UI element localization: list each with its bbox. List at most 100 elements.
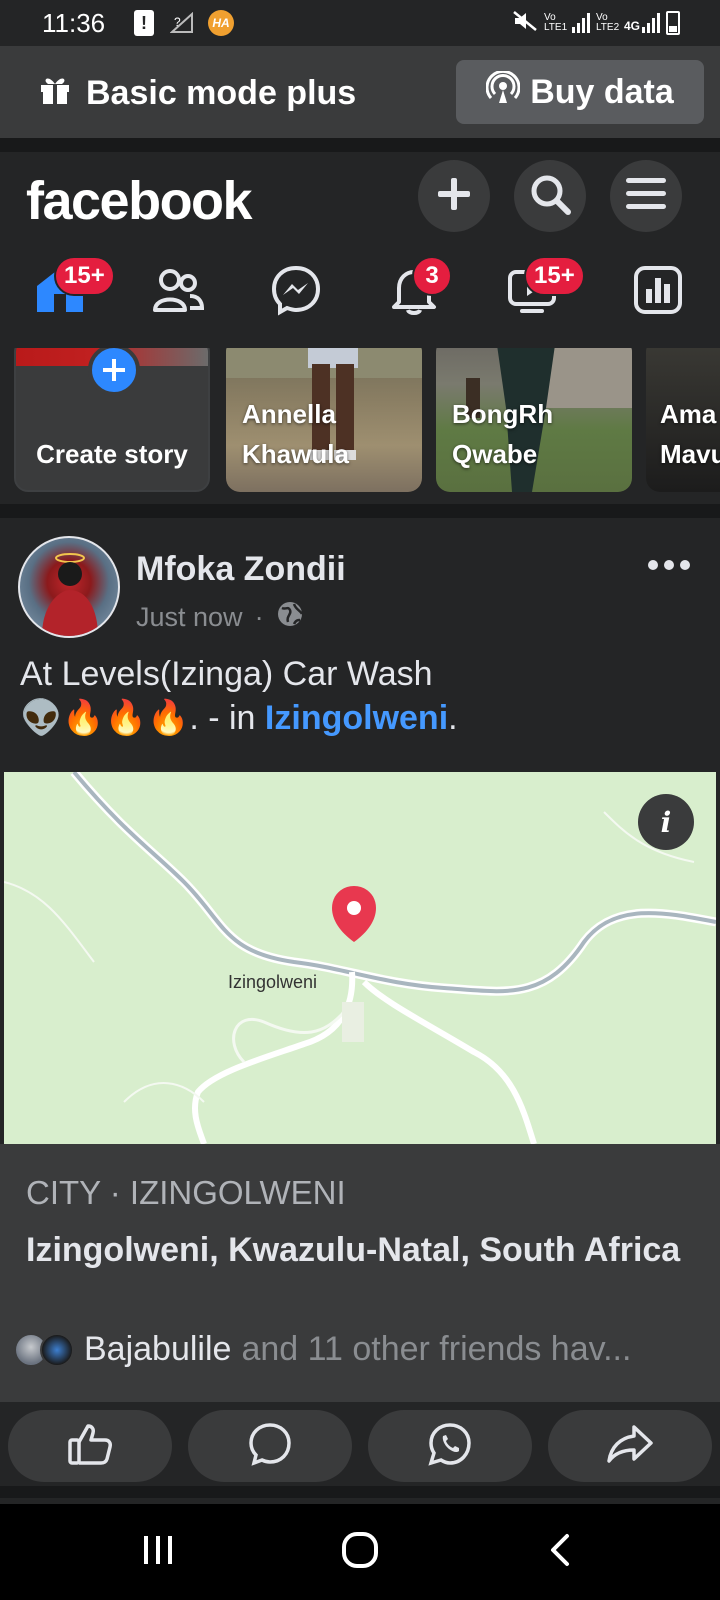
search-icon (528, 172, 572, 221)
share-icon (606, 1423, 654, 1470)
basic-mode-label[interactable]: Basic mode plus (38, 72, 356, 115)
divider (0, 504, 720, 518)
sim2-label: Vo LTE2 (595, 11, 620, 33)
post-text-line: At Levels(Izinga) Car Wash (20, 655, 433, 693)
place-card[interactable]: CITY · IZINGOLWENI Izingolweni, Kwazulu-… (0, 1144, 720, 1402)
back-button[interactable] (530, 1522, 590, 1582)
buy-data-label: Buy data (530, 72, 674, 111)
alert-icon: ! (134, 10, 154, 36)
gift-icon (38, 72, 72, 115)
menu-icon (624, 174, 668, 219)
nav-friends[interactable] (148, 262, 208, 322)
dashboard-icon (633, 265, 683, 320)
facebook-logo[interactable]: facebook (26, 170, 253, 232)
search-button[interactable] (514, 160, 586, 232)
create-story-card[interactable]: Create story (14, 348, 210, 492)
story-author-first: BongRh (452, 399, 554, 429)
story-author-first: Annella (242, 399, 336, 429)
story-card[interactable]: BongRh Qwabe (436, 348, 632, 492)
story-author: Annella Khawula (242, 394, 349, 474)
nav-messenger[interactable] (266, 262, 326, 322)
story-author: Ama Mavu (660, 394, 720, 474)
ha-app-icon: HA (208, 10, 234, 36)
story-author: BongRh Qwabe (452, 394, 553, 474)
comment-icon (247, 1421, 293, 1472)
status-right-icons: Vo LTE1 Vo LTE2 4G (512, 10, 680, 35)
story-author-first: Ama (660, 399, 717, 429)
post-time[interactable]: Just now (136, 602, 243, 633)
post-text: At Levels(Izinga) Car Wash 👽🔥🔥🔥. - in Iz… (20, 652, 710, 740)
post-text-line: 👽🔥🔥🔥. - in Izingolweni. (20, 696, 710, 740)
post-meta: Just now · (136, 600, 304, 635)
post-author[interactable]: Mfoka Zondii (136, 550, 346, 589)
emoji-group: 👽🔥🔥🔥 (20, 699, 190, 737)
post-text-suffix: . - in (189, 699, 265, 737)
friends-icon (152, 266, 205, 319)
story-card[interactable]: Ama Mavu (646, 348, 720, 492)
map-roads (4, 772, 716, 1144)
home-circle-icon (340, 1530, 380, 1575)
back-icon (545, 1530, 575, 1575)
status-time: 11:36 (42, 8, 106, 38)
dot (648, 560, 658, 570)
create-story-label: Create story (36, 439, 188, 469)
no-signal-icon: ? (170, 10, 194, 36)
post-actions (0, 1402, 720, 1482)
status-bar: 11:36 ! ? HA Vo LTE1 Vo LTE2 4G (0, 0, 720, 46)
basic-mode-bar: Basic mode plus Buy data (0, 46, 720, 138)
location-link[interactable]: Izingolweni (265, 699, 448, 737)
menu-button[interactable] (610, 160, 682, 232)
video-badge: 15+ (524, 256, 585, 296)
system-nav-bar (0, 1504, 720, 1600)
map-info-button[interactable]: i (638, 794, 694, 850)
thumbs-up-icon (67, 1422, 113, 1471)
divider (0, 138, 720, 152)
nav-home[interactable]: 15+ (30, 256, 115, 322)
whatsapp-share-button[interactable] (368, 1410, 532, 1482)
divider (0, 1486, 720, 1498)
svg-text:?: ? (174, 15, 181, 29)
basic-mode-text: Basic mode plus (86, 74, 357, 112)
dot (680, 560, 690, 570)
main-nav: 15+ 3 15+ (0, 248, 720, 340)
share-button[interactable] (548, 1410, 712, 1482)
nav-video[interactable]: 15+ (502, 256, 585, 322)
author-avatar[interactable] (18, 536, 120, 638)
network-type: 4G (623, 18, 640, 33)
nav-dashboard[interactable] (628, 262, 688, 322)
sim2-signal: Vo LTE2 4G (595, 11, 660, 33)
story-author-last: Khawula (242, 439, 349, 469)
globe-icon (276, 600, 304, 635)
place-category: CITY · IZINGOLWENI (26, 1174, 346, 1211)
add-icon (434, 174, 474, 219)
plus-icon (88, 348, 140, 396)
location-map[interactable]: i Izingolweni (4, 772, 716, 1144)
post-text-end: . (448, 699, 458, 737)
story-author-last: Qwabe (452, 439, 538, 469)
home-system-button[interactable] (330, 1522, 390, 1582)
dot (664, 560, 674, 570)
feed-post: Mfoka Zondii Just now · At Levels(Izinga… (0, 518, 720, 1486)
sim1-label: Vo LTE1 (543, 11, 568, 33)
story-author-last: Mavu (660, 439, 720, 469)
stories-tray: Create story Annella Khawula BongRh Qwab… (0, 348, 720, 504)
create-post-button[interactable] (418, 160, 490, 232)
nav-notifications[interactable]: 3 (384, 256, 452, 322)
like-button[interactable] (8, 1410, 172, 1482)
friend-name: Bajabulile (84, 1330, 232, 1368)
recent-apps-button[interactable] (128, 1522, 188, 1582)
battery-icon (666, 10, 680, 35)
story-card[interactable]: Annella Khawula (226, 348, 422, 492)
messenger-icon (270, 264, 322, 321)
place-name: Izingolweni, Kwazulu-Natal, South Africa (26, 1231, 681, 1269)
map-town-label: Izingolweni (228, 972, 318, 992)
notifications-badge: 3 (412, 256, 452, 296)
buy-data-button[interactable]: Buy data (456, 60, 704, 124)
recent-apps-icon (138, 1532, 178, 1573)
more-options-button[interactable] (648, 560, 690, 570)
whatsapp-icon (427, 1421, 473, 1472)
separator-dot: · (254, 602, 264, 632)
mute-icon (512, 10, 538, 35)
comment-button[interactable] (188, 1410, 352, 1482)
friends-rest: and 11 other friends hav... (241, 1330, 632, 1368)
